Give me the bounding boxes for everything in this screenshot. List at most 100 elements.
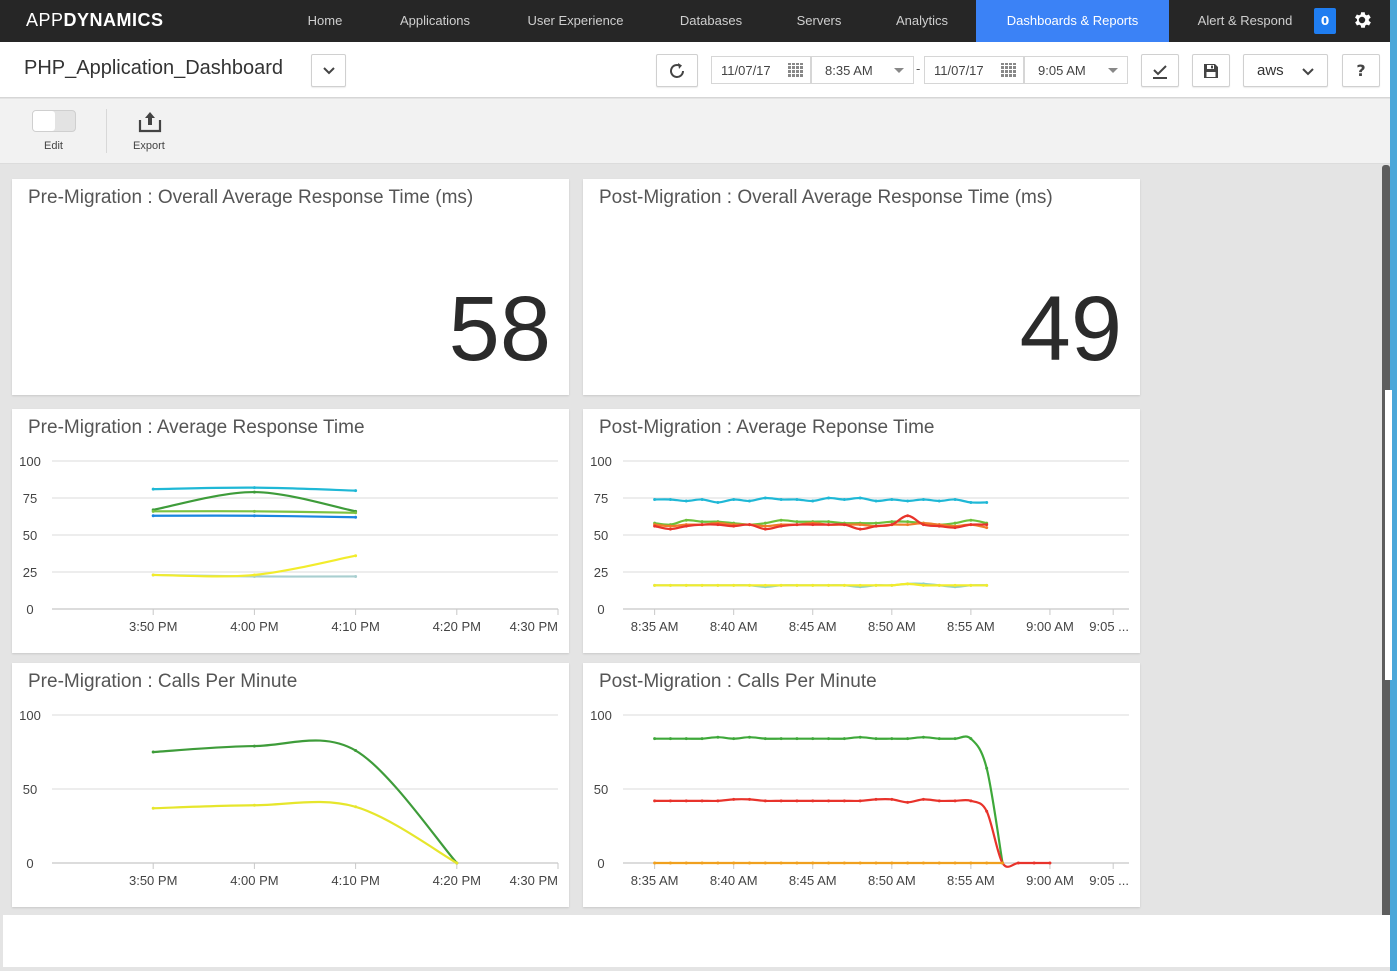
nav-servers[interactable]: Servers [790, 0, 848, 42]
data-point[interactable] [842, 799, 846, 803]
end-date-field[interactable]: 11/07/17 [924, 56, 1024, 84]
data-point[interactable] [842, 497, 846, 501]
start-date-field[interactable]: 11/07/17 [711, 56, 811, 84]
data-point[interactable] [811, 861, 815, 865]
data-point[interactable] [953, 737, 957, 741]
data-point[interactable] [858, 496, 862, 500]
gear-icon[interactable] [1351, 9, 1373, 31]
dashboard-switcher-button[interactable] [311, 54, 346, 87]
data-point[interactable] [684, 799, 688, 803]
data-point[interactable] [716, 799, 720, 803]
data-point[interactable] [795, 523, 799, 527]
data-point[interactable] [700, 799, 704, 803]
nav-applications[interactable]: Applications [390, 0, 480, 42]
data-point[interactable] [763, 583, 767, 587]
data-point[interactable] [653, 861, 657, 865]
nav-analytics[interactable]: Analytics [888, 0, 956, 42]
data-point[interactable] [827, 583, 831, 587]
data-point[interactable] [811, 737, 815, 741]
data-point[interactable] [827, 520, 831, 524]
data-point[interactable] [252, 744, 256, 748]
data-point[interactable] [969, 861, 973, 865]
data-point[interactable] [874, 521, 878, 525]
data-point[interactable] [827, 496, 831, 500]
data-point[interactable] [890, 497, 894, 501]
nav-databases[interactable]: Databases [672, 0, 750, 42]
data-point[interactable] [890, 797, 894, 801]
data-point[interactable] [748, 523, 751, 527]
data-point[interactable] [921, 797, 925, 801]
data-point[interactable] [252, 490, 256, 494]
data-point[interactable] [953, 497, 957, 501]
data-point[interactable] [795, 861, 799, 865]
data-point[interactable] [455, 861, 459, 865]
line-series-yellow[interactable] [153, 800, 458, 864]
data-point[interactable] [653, 737, 657, 741]
data-point[interactable] [779, 524, 783, 528]
data-point[interactable] [684, 583, 688, 587]
data-point[interactable] [684, 499, 688, 503]
data-point[interactable] [732, 524, 736, 528]
data-point[interactable] [252, 803, 256, 807]
data-point[interactable] [795, 583, 799, 587]
data-point[interactable] [937, 499, 941, 503]
data-point[interactable] [795, 737, 799, 741]
data-point[interactable] [985, 861, 989, 865]
data-point[interactable] [858, 735, 862, 739]
data-point[interactable] [985, 500, 989, 504]
data-point[interactable] [858, 583, 862, 587]
nav-dashboards-reports[interactable]: Dashboards & Reports [976, 0, 1169, 42]
data-point[interactable] [668, 497, 672, 501]
data-point[interactable] [732, 497, 736, 501]
data-point[interactable] [827, 799, 831, 803]
data-point[interactable] [748, 735, 751, 739]
data-point[interactable] [668, 524, 672, 528]
data-point[interactable] [716, 500, 720, 504]
data-point[interactable] [700, 737, 704, 741]
data-point[interactable] [985, 583, 989, 587]
data-point[interactable] [795, 497, 799, 501]
data-point[interactable] [354, 805, 358, 809]
data-point[interactable] [252, 514, 256, 518]
data-point[interactable] [842, 861, 846, 865]
data-point[interactable] [795, 799, 799, 803]
data-point[interactable] [779, 497, 783, 501]
data-point[interactable] [906, 800, 910, 804]
data-point[interactable] [937, 583, 941, 587]
start-time-select[interactable]: 8:35 AM [811, 56, 914, 84]
data-point[interactable] [842, 523, 846, 527]
line-series-darkgreen[interactable] [153, 490, 356, 513]
data-point[interactable] [906, 514, 910, 518]
data-point[interactable] [969, 799, 973, 803]
data-point[interactable] [748, 499, 751, 503]
data-point[interactable] [779, 518, 783, 522]
data-point[interactable] [811, 523, 815, 527]
data-point[interactable] [700, 523, 704, 527]
calendar-icon[interactable] [1001, 63, 1017, 78]
data-point[interactable] [732, 861, 736, 865]
data-point[interactable] [151, 573, 155, 577]
data-point[interactable] [779, 861, 783, 865]
line-series-red[interactable] [654, 797, 1050, 868]
data-point[interactable] [969, 737, 973, 741]
data-point[interactable] [354, 554, 358, 558]
appdynamics-logo[interactable]: APPDYNAMICS [26, 10, 164, 31]
data-point[interactable] [906, 737, 910, 741]
alert-count-badge[interactable]: 0 [1314, 8, 1336, 34]
data-point[interactable] [354, 511, 358, 515]
line-series-yellow[interactable] [153, 554, 356, 578]
nav-home[interactable]: Home [300, 0, 350, 42]
data-point[interactable] [763, 799, 767, 803]
data-point[interactable] [921, 523, 925, 527]
data-point[interactable] [937, 799, 941, 803]
data-point[interactable] [1001, 861, 1004, 865]
data-point[interactable] [732, 737, 736, 741]
data-point[interactable] [890, 520, 894, 524]
data-point[interactable] [763, 861, 767, 865]
data-point[interactable] [969, 518, 973, 522]
data-point[interactable] [1016, 861, 1020, 865]
data-point[interactable] [684, 737, 688, 741]
data-point[interactable] [890, 523, 894, 527]
data-point[interactable] [653, 497, 657, 501]
calendar-icon[interactable] [788, 63, 804, 78]
